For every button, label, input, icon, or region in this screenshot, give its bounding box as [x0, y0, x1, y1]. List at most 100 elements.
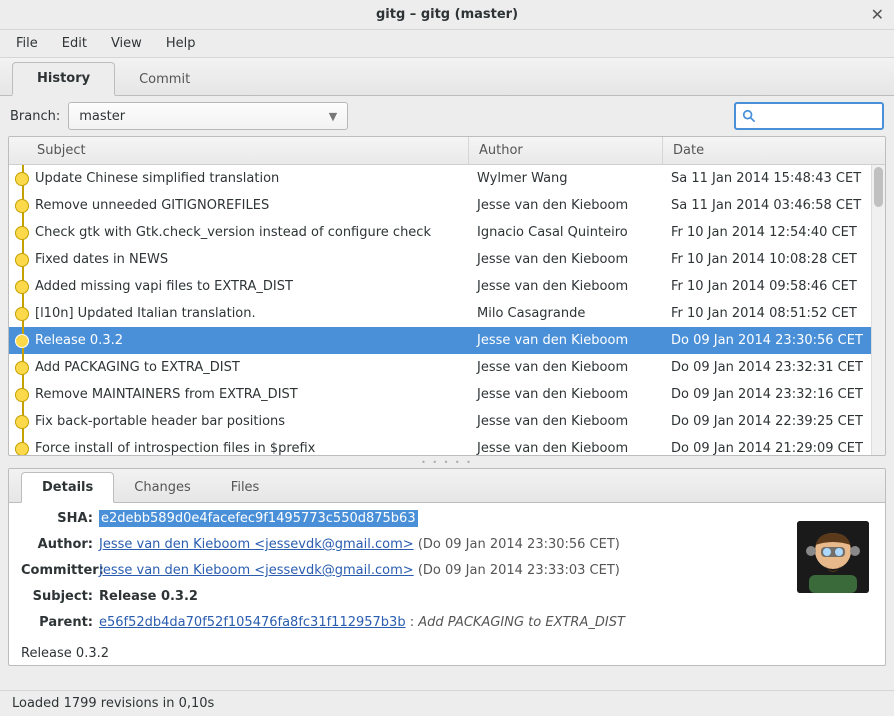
commit-dot-icon [15, 388, 29, 402]
commit-dot-icon [15, 334, 29, 348]
row-date: Fr 10 Jan 2014 12:54:40 CET [661, 225, 885, 240]
row-date: Fr 10 Jan 2014 10:08:28 CET [661, 252, 885, 267]
row-subject: Remove unneeded GITIGNOREFILES [35, 198, 467, 213]
commit-dot-icon [15, 199, 29, 213]
row-author: Wylmer Wang [467, 171, 661, 186]
commit-dot-icon [15, 361, 29, 375]
status-text: Loaded 1799 revisions in 0,10s [12, 696, 214, 711]
row-author: Milo Casagrande [467, 306, 661, 321]
label-sha: SHA: [21, 511, 99, 526]
author-link[interactable]: Jesse van den Kieboom <jessevdk@gmail.co… [99, 537, 414, 552]
label-subject: Subject: [21, 589, 99, 604]
table-row[interactable]: Fixed dates in NEWSJesse van den Kieboom… [9, 246, 885, 273]
branch-row: Branch: master ▼ [0, 96, 894, 136]
splitter[interactable]: • • • • • [0, 456, 894, 468]
search-icon [742, 108, 756, 124]
table-row[interactable]: Release 0.3.2Jesse van den KieboomDo 09 … [9, 327, 885, 354]
row-subject: Added missing vapi files to EXTRA_DIST [35, 279, 467, 294]
row-subject: Release 0.3.2 [35, 333, 467, 348]
tab-changes[interactable]: Changes [114, 473, 211, 502]
tab-commit[interactable]: Commit [115, 64, 214, 95]
row-subject: Remove MAINTAINERS from EXTRA_DIST [35, 387, 467, 402]
parent-sha-link[interactable]: e56f52db4da70f52f105476fa8fc31f112957b3b [99, 615, 406, 630]
details-body: SHA: e2debb589d0e4facefec9f1495773c550d8… [9, 503, 885, 665]
row-subject: Check gtk with Gtk.check_version instead… [35, 225, 467, 240]
branch-combo[interactable]: master ▼ [68, 102, 348, 130]
menubar: File Edit View Help [0, 30, 894, 58]
table-row[interactable]: Update Chinese simplified translationWyl… [9, 165, 885, 192]
row-date: Do 09 Jan 2014 23:32:31 CET [661, 360, 885, 375]
row-subject: Force install of introspection files in … [35, 441, 467, 455]
row-subject: Update Chinese simplified translation [35, 171, 467, 186]
tab-details[interactable]: Details [21, 472, 114, 503]
table-row[interactable]: Force install of introspection files in … [9, 435, 885, 455]
search-input[interactable] [734, 102, 884, 130]
statusbar: Loaded 1799 revisions in 0,10s [0, 690, 894, 716]
row-date: Do 09 Jan 2014 21:29:09 CET [661, 441, 885, 455]
row-subject: Add PACKAGING to EXTRA_DIST [35, 360, 467, 375]
menu-edit[interactable]: Edit [52, 32, 97, 55]
commit-dot-icon [15, 280, 29, 294]
menu-view[interactable]: View [101, 32, 152, 55]
label-author: Author: [21, 537, 99, 552]
search-field[interactable] [760, 109, 876, 124]
commit-dot-icon [15, 442, 29, 456]
row-subject: [l10n] Updated Italian translation. [35, 306, 467, 321]
author-date: (Do 09 Jan 2014 23:30:56 CET) [418, 537, 620, 552]
tab-files[interactable]: Files [211, 473, 280, 502]
menu-help[interactable]: Help [156, 32, 206, 55]
row-date: Fr 10 Jan 2014 09:58:46 CET [661, 279, 885, 294]
parent-subject: Add PACKAGING to EXTRA_DIST [418, 615, 625, 630]
sha-value[interactable]: e2debb589d0e4facefec9f1495773c550d875b63 [99, 510, 418, 527]
tab-history[interactable]: History [12, 62, 115, 96]
row-date: Do 09 Jan 2014 23:30:56 CET [661, 333, 885, 348]
label-parent: Parent: [21, 615, 99, 630]
commit-dot-icon [15, 307, 29, 321]
commit-dot-icon [15, 415, 29, 429]
row-date: Do 09 Jan 2014 22:39:25 CET [661, 414, 885, 429]
window-title: gitg – gitg (master) [0, 7, 894, 22]
row-author: Jesse van den Kieboom [467, 198, 661, 213]
avatar [797, 521, 869, 593]
committer-link[interactable]: Jesse van den Kieboom <jessevdk@gmail.co… [99, 563, 414, 578]
table-row[interactable]: Add PACKAGING to EXTRA_DISTJesse van den… [9, 354, 885, 381]
table-row[interactable]: Remove unneeded GITIGNOREFILESJesse van … [9, 192, 885, 219]
table-row[interactable]: Check gtk with Gtk.check_version instead… [9, 219, 885, 246]
row-subject: Fixed dates in NEWS [35, 252, 467, 267]
branch-value: master [79, 109, 125, 124]
commit-dot-icon [15, 226, 29, 240]
row-date: Fr 10 Jan 2014 08:51:52 CET [661, 306, 885, 321]
table-header: Subject Author Date [9, 137, 885, 165]
row-author: Jesse van den Kieboom [467, 333, 661, 348]
subject-value: Release 0.3.2 [99, 589, 198, 604]
table-row[interactable]: Remove MAINTAINERS from EXTRA_DISTJesse … [9, 381, 885, 408]
commit-dot-icon [15, 253, 29, 267]
titlebar: gitg – gitg (master) ✕ [0, 0, 894, 30]
row-date: Do 09 Jan 2014 23:32:16 CET [661, 387, 885, 402]
row-author: Jesse van den Kieboom [467, 414, 661, 429]
row-author: Jesse van den Kieboom [467, 279, 661, 294]
row-author: Jesse van den Kieboom [467, 360, 661, 375]
scrollbar-thumb[interactable] [874, 167, 883, 207]
row-date: Sa 11 Jan 2014 15:48:43 CET [661, 171, 885, 186]
release-tag: Release 0.3.2 [21, 646, 109, 661]
chevron-down-icon: ▼ [329, 110, 337, 123]
close-icon[interactable]: ✕ [871, 5, 884, 24]
row-subject: Fix back-portable header bar positions [35, 414, 467, 429]
row-author: Jesse van den Kieboom [467, 441, 661, 455]
menu-file[interactable]: File [6, 32, 48, 55]
table-row[interactable]: [l10n] Updated Italian translation.Milo … [9, 300, 885, 327]
commit-dot-icon [15, 172, 29, 186]
header-date[interactable]: Date [663, 137, 885, 164]
top-tabs: History Commit [0, 58, 894, 96]
detail-tabs: Details Changes Files [9, 469, 885, 503]
row-date: Sa 11 Jan 2014 03:46:58 CET [661, 198, 885, 213]
branch-label: Branch: [10, 109, 60, 124]
committer-date: (Do 09 Jan 2014 23:33:03 CET) [418, 563, 620, 578]
table-row[interactable]: Added missing vapi files to EXTRA_DISTJe… [9, 273, 885, 300]
row-author: Jesse van den Kieboom [467, 252, 661, 267]
vertical-scrollbar[interactable] [871, 165, 885, 455]
header-author[interactable]: Author [469, 137, 663, 164]
table-row[interactable]: Fix back-portable header bar positionsJe… [9, 408, 885, 435]
header-subject[interactable]: Subject [9, 137, 469, 164]
